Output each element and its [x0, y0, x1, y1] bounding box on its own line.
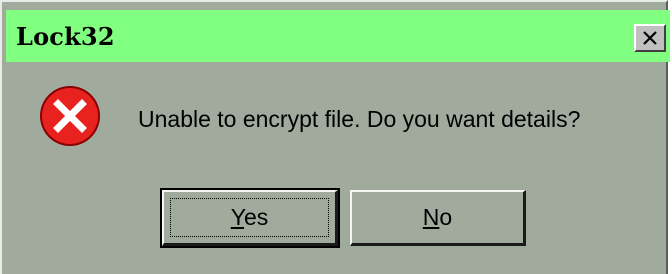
yes-label-rest: es	[243, 204, 269, 230]
close-x-icon	[643, 31, 657, 45]
message-dialog: Lock32 Unable to encrypt file. Do you wa…	[0, 0, 670, 274]
dialog-message: Unable to encrypt file. Do you want deta…	[138, 106, 581, 132]
no-accelerator: N	[422, 204, 440, 230]
window-title: Lock32	[16, 22, 115, 51]
close-button[interactable]	[634, 24, 666, 52]
no-button[interactable]: No	[350, 190, 526, 246]
error-icon	[40, 86, 100, 146]
no-label-rest: o	[439, 204, 453, 230]
title-bar[interactable]: Lock32	[6, 10, 670, 62]
yes-accelerator: Y	[230, 204, 244, 230]
yes-button[interactable]: Yes	[160, 188, 340, 248]
